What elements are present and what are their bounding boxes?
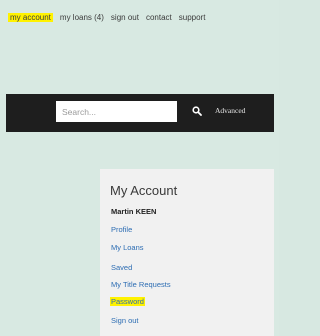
account-link-saved[interactable]: Saved [111, 263, 132, 272]
account-title: My Account [110, 183, 178, 198]
account-panel: My Account Martin KEEN Profile My Loans … [100, 169, 274, 336]
search-input[interactable]: Search... [56, 101, 177, 122]
advanced-search-link[interactable]: Advanced [215, 106, 245, 115]
account-user-name: Martin KEEN [111, 207, 157, 216]
nav-contact[interactable]: contact [146, 13, 172, 22]
top-nav: my account my loans (4) sign out contact… [8, 13, 275, 22]
account-link-profile[interactable]: Profile [111, 225, 132, 234]
account-link-password[interactable]: Password [110, 297, 145, 306]
account-link-title-requests[interactable]: My Title Requests [111, 280, 171, 289]
search-bar: Search... Advanced [6, 94, 274, 132]
page: my account my loans (4) sign out contact… [0, 0, 279, 336]
account-link-my-loans[interactable]: My Loans [111, 243, 144, 252]
account-link-sign-out[interactable]: Sign out [111, 316, 139, 325]
nav-my-account[interactable]: my account [8, 13, 53, 22]
nav-my-loans[interactable]: my loans (4) [60, 13, 104, 22]
nav-sign-out[interactable]: sign out [111, 13, 139, 22]
search-button[interactable] [189, 103, 205, 119]
nav-support[interactable]: support [179, 13, 206, 22]
search-icon [192, 106, 202, 116]
